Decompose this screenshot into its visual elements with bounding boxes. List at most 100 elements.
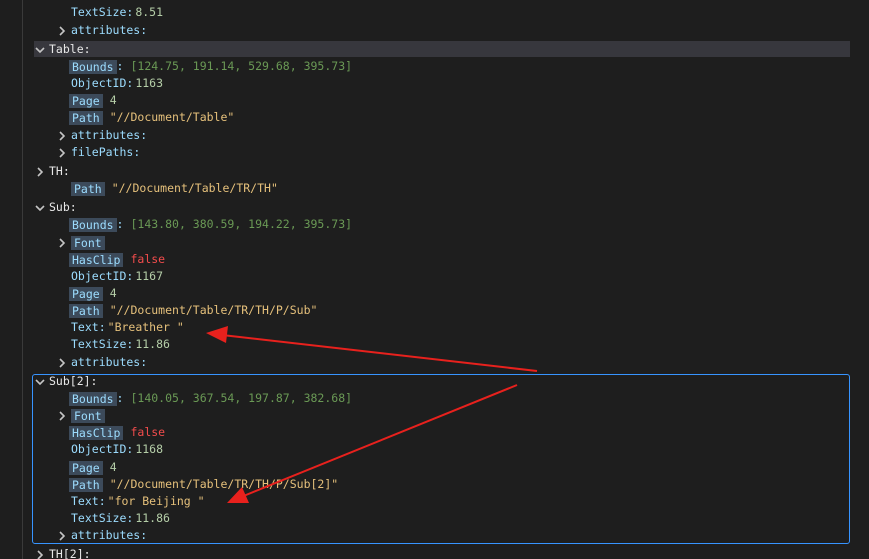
property-key: TextSize: [71, 511, 127, 525]
tree-row-bounds[interactable]: Bounds: [140.05, 367.54, 197.87, 382.68]: [69, 390, 352, 407]
tree-row-hasclip[interactable]: HasClip false: [69, 251, 165, 268]
chevron-right-icon[interactable]: [56, 234, 69, 251]
tree-node-th-2[interactable]: TH[2]:: [34, 546, 91, 559]
tree-row-text[interactable]: Text: "Breather ": [71, 319, 184, 336]
property-key: Path: [69, 477, 103, 492]
property-value: 8.51: [135, 5, 164, 19]
tree-row-attributes[interactable]: attributes:: [56, 527, 147, 544]
property-key: Bounds: [69, 217, 117, 232]
tree-row-attributes[interactable]: attributes:: [56, 354, 147, 371]
tree-row-bounds[interactable]: Bounds: [143.80, 380.59, 194.22, 395.73]: [69, 216, 352, 233]
node-key: Sub: [49, 200, 70, 214]
chevron-right-icon[interactable]: [34, 163, 47, 180]
chevron-right-icon[interactable]: [56, 407, 69, 424]
property-key: filePaths: [71, 145, 134, 159]
tree-row-objectid[interactable]: ObjectID:1167: [71, 268, 163, 285]
property-key: attributes: [71, 355, 141, 369]
chevron-right-icon[interactable]: [56, 22, 69, 39]
tree-row-objectid[interactable]: ObjectID:1168: [71, 441, 163, 458]
property-key: Page: [69, 286, 103, 301]
tree-row-page[interactable]: Page 4: [69, 285, 117, 302]
property-key: Font: [71, 235, 105, 250]
tree-node-table[interactable]: Table:: [34, 41, 850, 57]
property-value: [143.80, 380.59, 194.22, 395.73]: [130, 217, 353, 231]
tree-row-textsize[interactable]: TextSize:11.86: [71, 336, 170, 353]
property-value: 4: [109, 286, 117, 300]
property-value: 1167: [135, 269, 164, 283]
property-value: 4: [109, 93, 117, 107]
indent-guide: [22, 0, 23, 559]
property-key: attributes: [71, 23, 141, 37]
property-value: "//Document/Table": [109, 110, 235, 124]
chevron-right-icon[interactable]: [56, 527, 69, 544]
chevron-down-icon[interactable]: [34, 373, 47, 390]
property-key: TextSize: [71, 5, 127, 19]
tree-node-sub-2[interactable]: Sub[2]:: [34, 373, 97, 390]
property-key: attributes: [71, 128, 141, 142]
chevron-down-icon[interactable]: [34, 199, 47, 216]
property-value: "//Document/Table/TR/TH/P/Sub": [109, 303, 318, 317]
property-value: false: [130, 425, 166, 439]
property-key: Page: [69, 460, 103, 475]
node-key: Sub[2]: [49, 374, 91, 388]
property-value: 1168: [135, 442, 164, 456]
property-key: Font: [71, 408, 105, 423]
property-value: false: [130, 252, 166, 266]
tree-row-bounds[interactable]: Bounds: [124.75, 191.14, 529.68, 395.73]: [69, 58, 352, 75]
property-key: Path: [69, 110, 103, 125]
tree-row-font[interactable]: Font: [56, 407, 112, 424]
chevron-right-icon[interactable]: [56, 144, 69, 161]
tree-row-page[interactable]: Page 4: [69, 92, 117, 109]
property-key: Text: [71, 320, 99, 334]
tree-row-objectid[interactable]: ObjectID:1163: [71, 75, 163, 92]
property-key: HasClip: [69, 425, 124, 440]
tree-row-path[interactable]: Path "//Document/Table": [69, 109, 234, 126]
property-key: ObjectID: [71, 269, 127, 283]
chevron-right-icon[interactable]: [56, 354, 69, 371]
property-value: "for Beijing ": [107, 494, 205, 508]
chevron-right-icon[interactable]: [56, 127, 69, 144]
tree-row-hasclip[interactable]: HasClip false: [69, 424, 165, 441]
node-key: TH: [49, 164, 63, 178]
property-key: TextSize: [71, 337, 127, 351]
tree-row-path[interactable]: Path "//Document/Table/TR/TH/P/Sub": [69, 302, 317, 319]
property-key: Bounds: [69, 59, 117, 74]
property-value: "Breather ": [107, 320, 184, 334]
property-key: Page: [69, 93, 103, 108]
tree-row-path[interactable]: Path "//Document/Table/TR/TH": [71, 180, 278, 197]
object-tree: TextSize:8.51 attributes: Table: Bounds:…: [0, 0, 869, 559]
property-key: Text: [71, 494, 99, 508]
property-key: Path: [69, 303, 103, 318]
node-key: TH[2]: [49, 547, 84, 559]
property-key: HasClip: [69, 252, 124, 267]
property-key: Bounds: [69, 391, 117, 406]
tree-row-text[interactable]: Text: "for Beijing ": [71, 493, 205, 510]
tree-row-filepaths[interactable]: filePaths:: [56, 144, 140, 161]
tree-row-attributes[interactable]: attributes:: [56, 127, 147, 144]
tree-row-font[interactable]: Font: [56, 234, 112, 251]
property-key: ObjectID: [71, 442, 127, 456]
tree-row-path[interactable]: Path "//Document/Table/TR/TH/P/Sub[2]": [69, 476, 338, 493]
property-value: "//Document/Table/TR/TH/P/Sub[2]": [109, 477, 339, 491]
property-value: "//Document/Table/TR/TH": [111, 181, 278, 195]
property-value: [140.05, 367.54, 197.87, 382.68]: [130, 391, 353, 405]
tree-row-page[interactable]: Page 4: [69, 459, 117, 476]
property-value: 1163: [135, 76, 164, 90]
tree-row-textsize[interactable]: TextSize:8.51: [71, 4, 163, 21]
property-value: 11.86: [135, 511, 170, 525]
property-key: attributes: [71, 528, 141, 542]
tree-node-th[interactable]: TH:: [34, 163, 70, 180]
property-key: ObjectID: [71, 76, 127, 90]
property-key: Path: [71, 181, 105, 196]
annotation-arrow-line: [221, 334, 538, 372]
property-value: [124.75, 191.14, 529.68, 395.73]: [130, 59, 353, 73]
annotation-arrowhead: [206, 326, 228, 343]
tree-row-textsize[interactable]: TextSize:11.86: [71, 510, 170, 527]
chevron-right-icon[interactable]: [34, 546, 47, 559]
node-key: Table: [49, 41, 84, 56]
tree-node-sub[interactable]: Sub:: [34, 199, 77, 216]
tree-row-attributes[interactable]: attributes:: [56, 22, 147, 39]
property-value: 4: [109, 460, 117, 474]
property-value: 11.86: [135, 337, 170, 351]
chevron-down-icon[interactable]: [34, 41, 47, 58]
